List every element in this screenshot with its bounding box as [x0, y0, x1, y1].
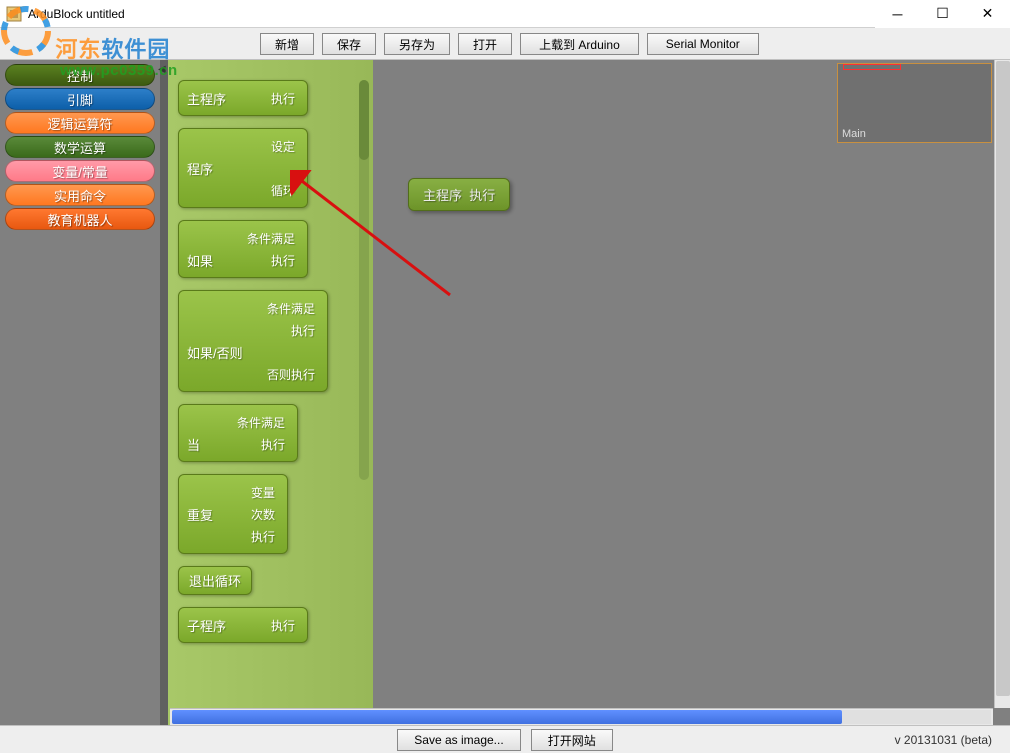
block-slot-label: 次数 — [251, 506, 279, 523]
block-slot-label: 执行 — [271, 90, 299, 107]
new-button[interactable]: 新增 — [260, 33, 314, 55]
upload-arduino-button[interactable]: 上载到 Arduino — [520, 33, 639, 55]
block-slot-label: 执行 — [271, 617, 299, 634]
block-label: 如果/否则 — [187, 343, 243, 362]
block-repeat[interactable]: 变量 重复 次数 执行 — [178, 474, 288, 554]
block-program[interactable]: 设定 程序 循环 — [178, 128, 308, 208]
block-slot-label: 执行 — [261, 436, 289, 453]
block-slot-label: 条件满足 — [237, 414, 289, 431]
block-label: 退出循环 — [189, 574, 241, 589]
category-button-1[interactable]: 引脚 — [5, 88, 155, 110]
category-button-3[interactable]: 数学运算 — [5, 136, 155, 158]
window-title: ArduBlock untitled — [28, 7, 125, 21]
annotation-arrow-icon — [290, 170, 470, 310]
block-slot-label: 执行 — [291, 322, 319, 339]
save-as-image-button[interactable]: Save as image... — [397, 729, 520, 751]
block-break[interactable]: 退出循环 — [178, 566, 252, 595]
main-toolbar: 新增 保存 另存为 打开 上载到 Arduino Serial Monitor — [0, 28, 1010, 60]
open-website-button[interactable]: 打开网站 — [531, 729, 613, 751]
minimap[interactable]: Main — [837, 63, 992, 143]
block-slot-label: 否则执行 — [267, 366, 319, 383]
open-button[interactable]: 打开 — [458, 33, 512, 55]
minimap-viewport[interactable] — [843, 64, 901, 70]
window-controls: ─ ☐ ✕ — [875, 0, 1010, 28]
block-label: 当 — [187, 435, 200, 454]
canvas-vertical-thumb[interactable] — [996, 61, 1010, 696]
canvas-vertical-scrollbar[interactable] — [994, 60, 1010, 708]
block-label: 程序 — [187, 159, 213, 178]
palette-scroll-thumb[interactable] — [359, 80, 369, 160]
canvas-horizontal-thumb[interactable] — [172, 710, 842, 724]
maximize-button[interactable]: ☐ — [920, 0, 965, 28]
version-label: v 20131031 (beta) — [895, 733, 992, 747]
block-if[interactable]: 条件满足 如果执行 — [178, 220, 308, 278]
block-slot-label: 执行 — [469, 188, 495, 203]
block-label: 子程序 — [187, 616, 226, 635]
category-button-5[interactable]: 实用命令 — [5, 184, 155, 206]
close-button[interactable]: ✕ — [965, 0, 1010, 28]
block-main-program[interactable]: 主程序 执行 — [178, 80, 308, 116]
saveas-button[interactable]: 另存为 — [384, 33, 450, 55]
block-slot-label: 执行 — [251, 528, 279, 545]
category-button-4[interactable]: 变量/常量 — [5, 160, 155, 182]
main-area: 控制引脚逻辑运算符数学运算变量/常量实用命令教育机器人 主程序执行 设定 程序 … — [0, 60, 1010, 725]
workspace-canvas[interactable]: 主程序 执行 — [373, 60, 1010, 725]
status-bar: Save as image... 打开网站 v 20131031 (beta) — [0, 725, 1010, 753]
app-icon — [6, 6, 22, 22]
category-sidebar: 控制引脚逻辑运算符数学运算变量/常量实用命令教育机器人 — [0, 60, 160, 725]
block-subprogram[interactable]: 子程序 执行 — [178, 607, 308, 643]
block-slot-label: 设定 — [271, 138, 299, 155]
category-button-2[interactable]: 逻辑运算符 — [5, 112, 155, 134]
block-label: 重复 — [187, 505, 213, 524]
serial-monitor-button[interactable]: Serial Monitor — [647, 33, 759, 55]
minimize-button[interactable]: ─ — [875, 0, 920, 28]
category-button-0[interactable]: 控制 — [5, 64, 155, 86]
minimap-label: Main — [842, 128, 866, 140]
save-button[interactable]: 保存 — [322, 33, 376, 55]
block-while[interactable]: 条件满足 当 执行 — [178, 404, 298, 462]
canvas-horizontal-scrollbar[interactable] — [170, 708, 993, 725]
block-label: 主程序 — [187, 89, 226, 108]
category-button-6[interactable]: 教育机器人 — [5, 208, 155, 230]
sidebar-divider[interactable] — [160, 60, 168, 725]
window-titlebar: ArduBlock untitled ─ ☐ ✕ — [0, 0, 1010, 28]
block-label: 如果 — [187, 251, 213, 270]
block-slot-label: 变量 — [251, 484, 279, 501]
block-palette: 主程序执行 设定 程序 循环 条件满足 如果执行 条件满足 执行 如果/否则 否… — [168, 60, 373, 725]
